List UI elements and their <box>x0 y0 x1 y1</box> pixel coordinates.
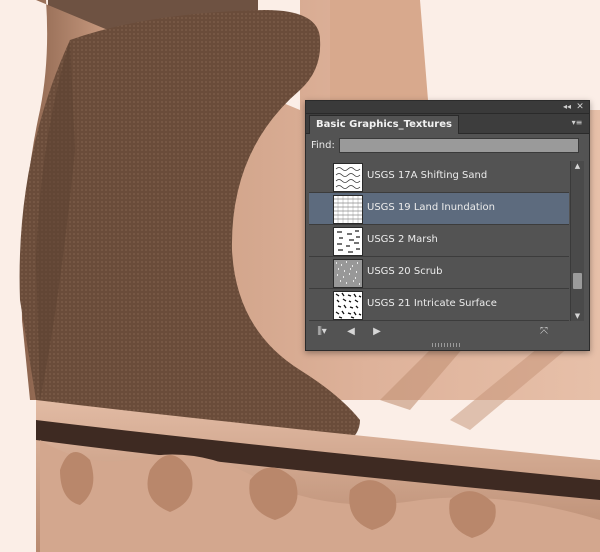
vertical-scrollbar[interactable]: ▲ ▼ <box>570 161 584 321</box>
resize-grip[interactable] <box>432 343 462 347</box>
scroll-up-icon[interactable]: ▲ <box>571 161 584 171</box>
panel-menu-icon[interactable]: ▾≡ <box>570 117 584 129</box>
swatch-library-menu-icon[interactable]: ⫼▾ <box>312 325 332 339</box>
swatch-library-panel: ◂◂ ✕ Basic Graphics_Textures ▾≡ Find: US… <box>305 100 590 351</box>
next-library-icon[interactable]: ▶ <box>370 325 384 339</box>
scroll-thumb[interactable] <box>573 273 582 289</box>
previous-library-icon[interactable]: ◀ <box>344 325 358 339</box>
swatch-thumbnail-marsh <box>333 227 363 256</box>
close-icon[interactable]: ✕ <box>574 101 586 113</box>
panel-tab-bar: Basic Graphics_Textures ▾≡ <box>306 114 589 134</box>
swatch-thumbnail-intricate-surface <box>333 291 363 320</box>
swatch-list: USGS 17A Shifting Sand USGS 19 Land Inun… <box>309 161 569 321</box>
swatch-label: USGS 17A Shifting Sand <box>367 170 488 181</box>
list-item[interactable]: USGS 19 Land Inundation <box>309 193 569 225</box>
double-left-arrow-icon[interactable]: ◂◂ <box>561 101 573 113</box>
list-item[interactable]: USGS 2 Marsh <box>309 225 569 257</box>
list-item[interactable]: USGS 21 Intricate Surface <box>309 289 569 321</box>
panel-title-bar[interactable]: ◂◂ ✕ <box>306 101 589 114</box>
swatch-label: USGS 20 Scrub <box>367 266 443 277</box>
scroll-down-icon[interactable]: ▼ <box>571 311 584 321</box>
list-item[interactable]: USGS 20 Scrub <box>309 257 569 289</box>
tab-basic-graphics-textures[interactable]: Basic Graphics_Textures <box>309 115 459 134</box>
find-input[interactable] <box>339 138 579 153</box>
swatch-thumbnail-scrub <box>333 259 363 288</box>
find-label: Find: <box>311 140 335 151</box>
panel-bottom-bar: ⫼▾ ◀ ▶ ⤧ <box>306 323 589 341</box>
list-item[interactable]: USGS 17A Shifting Sand <box>309 161 569 193</box>
break-link-icon[interactable]: ⤧ <box>536 325 552 339</box>
swatch-label: USGS 21 Intricate Surface <box>367 298 497 309</box>
find-row: Find: <box>306 134 589 158</box>
swatch-label: USGS 19 Land Inundation <box>367 202 496 213</box>
swatch-label: USGS 2 Marsh <box>367 234 438 245</box>
swatch-thumbnail-shifting-sand <box>333 163 363 192</box>
swatch-thumbnail-land-inundation <box>333 195 363 224</box>
